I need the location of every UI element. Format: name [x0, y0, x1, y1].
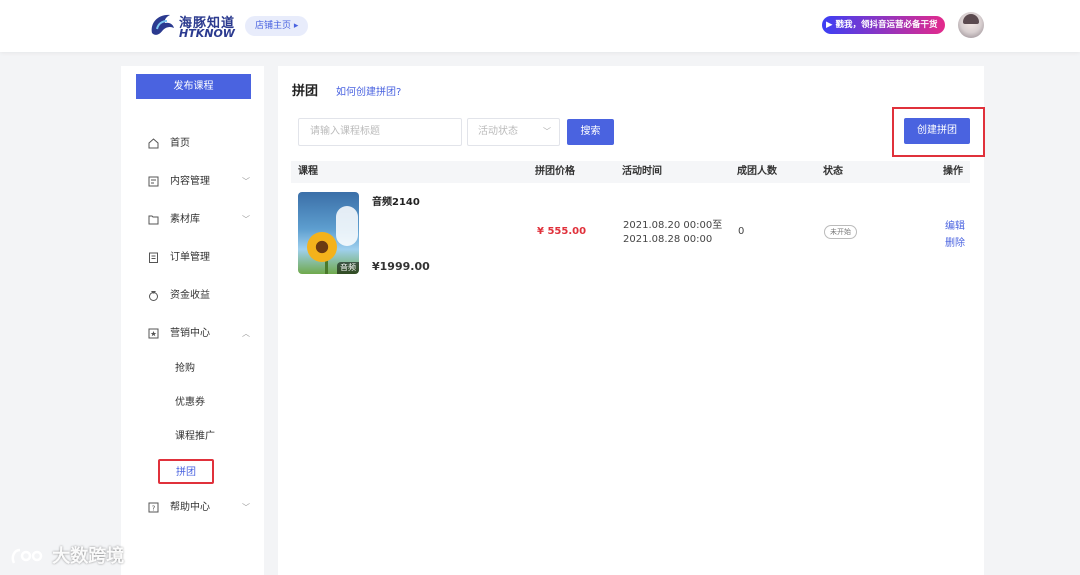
chevron-down-icon: ﹀ [543, 127, 551, 136]
avatar[interactable] [958, 12, 984, 38]
search-input[interactable]: 请输入课程标题 [298, 118, 462, 146]
order-icon [149, 252, 158, 263]
sidebar-item-label: 帮助中心 [170, 502, 210, 513]
edit-link[interactable]: 编辑 [945, 217, 965, 232]
chevron-down-icon: ﹀ [242, 177, 250, 186]
activity-time: 2021.08.20 00:00至2021.08.28 00:00 [623, 220, 723, 245]
sidebar-item-content[interactable]: 内容管理 ﹀ [121, 172, 264, 192]
marketing-icon [148, 328, 159, 339]
page-title: 拼团 [292, 84, 319, 99]
money-bag-icon [149, 291, 158, 301]
status-select[interactable]: 活动状态 ﹀ [467, 118, 560, 146]
sidebar-item-label: 首页 [170, 138, 190, 149]
status-badge: 未开始 [824, 225, 857, 239]
column-header: 课程 [298, 166, 318, 177]
top-header: 海豚知道 HTKNOW 店铺主页 ▸ ▶ 戳我，领抖音运营必备干货 [0, 0, 1080, 52]
sidebar-item-label: 内容管理 [170, 176, 210, 187]
course-type-tag: 音频 [337, 262, 359, 274]
help-icon: ? [148, 502, 159, 513]
search-button[interactable]: 搜索 [567, 119, 614, 145]
sidebar-subitem-flash-sale[interactable]: 抢购 [175, 359, 255, 379]
watermark: 大数跨境 [10, 542, 124, 568]
sidebar-item-home[interactable]: 首页 [121, 134, 264, 154]
table-header: 课程 拼团价格 活动时间 成团人数 状态 操作 [291, 161, 970, 183]
column-header: 成团人数 [737, 166, 777, 177]
status-select-placeholder: 活动状态 [478, 126, 518, 137]
promo-banner[interactable]: ▶ 戳我，领抖音运营必备干货 [822, 16, 945, 34]
sidebar-subitem-group-buy[interactable]: 拼团 [158, 459, 214, 484]
folder-icon [148, 215, 159, 225]
shop-home-button[interactable]: 店铺主页 ▸ [245, 16, 309, 36]
home-icon [148, 138, 159, 149]
chevron-up-icon: ︿ [242, 329, 250, 338]
cloud-shape [336, 206, 358, 246]
column-header: 操作 [943, 166, 963, 177]
shop-home-label: 店铺主页 [255, 21, 292, 31]
how-to-create-link[interactable]: 如何创建拼团? [336, 83, 401, 98]
sidebar-item-orders[interactable]: 订单管理 [121, 248, 264, 268]
column-header: 状态 [823, 166, 843, 177]
table-row: 音频 音频2140 ¥1999.00 ¥ 555.00 2021.08.20 0… [291, 183, 970, 283]
group-price: ¥ 555.00 [537, 226, 587, 237]
sidebar-item-label: 资金收益 [170, 290, 210, 301]
delete-link[interactable]: 删除 [945, 234, 965, 249]
svg-text:?: ? [152, 505, 156, 513]
course-thumbnail[interactable]: 音频 [298, 192, 359, 274]
sidebar-item-label: 订单管理 [170, 252, 210, 263]
watermark-text: 大数跨境 [52, 546, 125, 567]
chevron-right-icon: ▸ [291, 21, 299, 31]
column-header: 活动时间 [622, 166, 662, 177]
chevron-down-icon: ﹀ [242, 503, 250, 512]
sunflower-icon [307, 232, 337, 262]
sidebar: 发布课程 首页 内容管理 ﹀ 素材库 ﹀ 订单管理 资金收益 营销中心 ︿ 抢购… [121, 66, 264, 575]
sidebar-item-help[interactable]: ? 帮助中心 ﹀ [121, 498, 264, 518]
sidebar-item-library[interactable]: 素材库 ﹀ [121, 210, 264, 230]
logo-subtitle: HTKNOW [179, 27, 235, 40]
main-panel: 拼团 如何创建拼团? 请输入课程标题 活动状态 ﹀ 搜索 创建拼团 课程 拼团价… [278, 66, 985, 575]
content-icon [148, 176, 159, 187]
chevron-down-icon: ﹀ [242, 215, 250, 224]
group-size: 0 [738, 226, 745, 237]
sidebar-item-label: 素材库 [170, 214, 200, 225]
create-group-buy-button[interactable]: 创建拼团 [904, 118, 970, 144]
watermark-logo-icon [11, 548, 43, 564]
dolphin-logo-icon [151, 14, 174, 35]
column-header: 拼团价格 [535, 166, 575, 177]
logo[interactable]: 海豚知道 HTKNOW [148, 11, 238, 43]
course-price: ¥1999.00 [372, 260, 430, 273]
sidebar-item-funds[interactable]: 资金收益 [121, 286, 264, 306]
sidebar-item-label: 营销中心 [170, 328, 210, 339]
sidebar-subitem-coupon[interactable]: 优惠券 [175, 393, 255, 413]
sidebar-item-marketing[interactable]: 营销中心 ︿ [121, 324, 264, 344]
sidebar-subitem-course-promotion[interactable]: 课程推广 [175, 427, 255, 447]
course-name: 音频2140 [372, 197, 420, 208]
publish-course-button[interactable]: 发布课程 [136, 74, 251, 99]
